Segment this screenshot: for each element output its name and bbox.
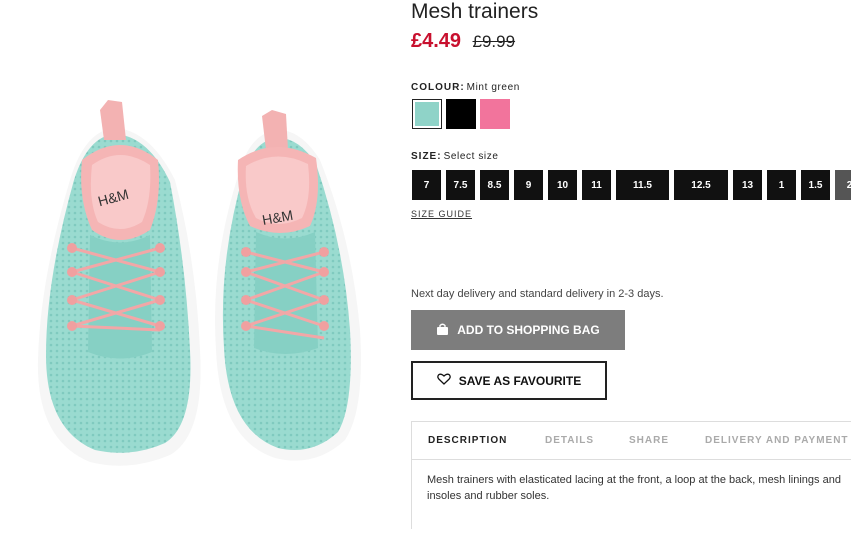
size-option-10[interactable]: 10 [548,170,577,200]
size-options: 7 7.5 8.5 9 10 11 11.5 12.5 13 1 1.5 2 [411,170,851,200]
size-label: SIZE: Select size [411,151,499,162]
tab-details[interactable]: DETAILS [545,435,594,446]
sale-price: £4.49 [411,30,462,52]
size-selected-value: Select size [443,151,499,162]
size-option-11[interactable]: 11 [582,170,611,200]
add-to-bag-label: ADD TO SHOPPING BAG [457,323,600,337]
swatch-mint-green[interactable] [412,99,442,129]
shopping-bag-icon [436,323,449,338]
heart-outline-icon [436,373,451,388]
size-option-9[interactable]: 9 [514,170,543,200]
swatch-mint-green-fill [415,102,439,126]
colour-selected-value: Mint green [466,82,520,93]
colour-label: COLOUR: Mint green [411,82,520,93]
tab-delivery-payment[interactable]: DELIVERY AND PAYMENT [705,435,849,446]
add-to-bag-button[interactable]: ADD TO SHOPPING BAG [411,310,625,350]
swatch-pink[interactable] [480,99,510,129]
tab-bar: DESCRIPTION DETAILS SHARE DELIVERY AND P… [412,422,851,460]
right-shoe: H&M [215,110,361,461]
product-info: Mesh trainers £4.49 £9.99 COLOUR: Mint gr… [411,0,851,529]
tab-share[interactable]: SHARE [629,435,669,446]
size-option-12-5[interactable]: 12.5 [674,170,728,200]
colour-heading: COLOUR: [411,82,465,93]
price-row: £4.49 £9.99 [411,30,515,53]
swatch-black[interactable] [446,99,476,129]
size-guide-link[interactable]: SIZE GUIDE [411,209,472,219]
swatch-pink-fill [480,99,510,129]
size-option-7[interactable]: 7 [412,170,441,200]
original-price: £9.99 [472,32,516,51]
product-image: H&M H&M [0,0,400,529]
product-title: Mesh trainers [411,0,539,23]
swatch-black-fill [446,99,476,129]
save-favourite-label: SAVE AS FAVOURITE [458,373,582,388]
size-option-11-5[interactable]: 11.5 [616,170,669,200]
size-option-1[interactable]: 1 [767,170,796,200]
left-shoe: H&M [37,100,201,466]
size-heading: SIZE: [411,151,442,162]
size-option-2[interactable]: 2 [835,170,851,200]
product-tabs: DESCRIPTION DETAILS SHARE DELIVERY AND P… [411,421,851,529]
size-option-7-5[interactable]: 7.5 [446,170,475,200]
size-option-8-5[interactable]: 8.5 [480,170,509,200]
tab-description[interactable]: DESCRIPTION [428,435,507,446]
save-favourite-button[interactable]: SAVE AS FAVOURITE [411,361,607,400]
size-option-13[interactable]: 13 [733,170,762,200]
size-option-1-5[interactable]: 1.5 [801,170,830,200]
delivery-info: Next day delivery and standard delivery … [411,288,664,300]
description-text: Mesh trainers with elasticated lacing at… [427,474,841,502]
